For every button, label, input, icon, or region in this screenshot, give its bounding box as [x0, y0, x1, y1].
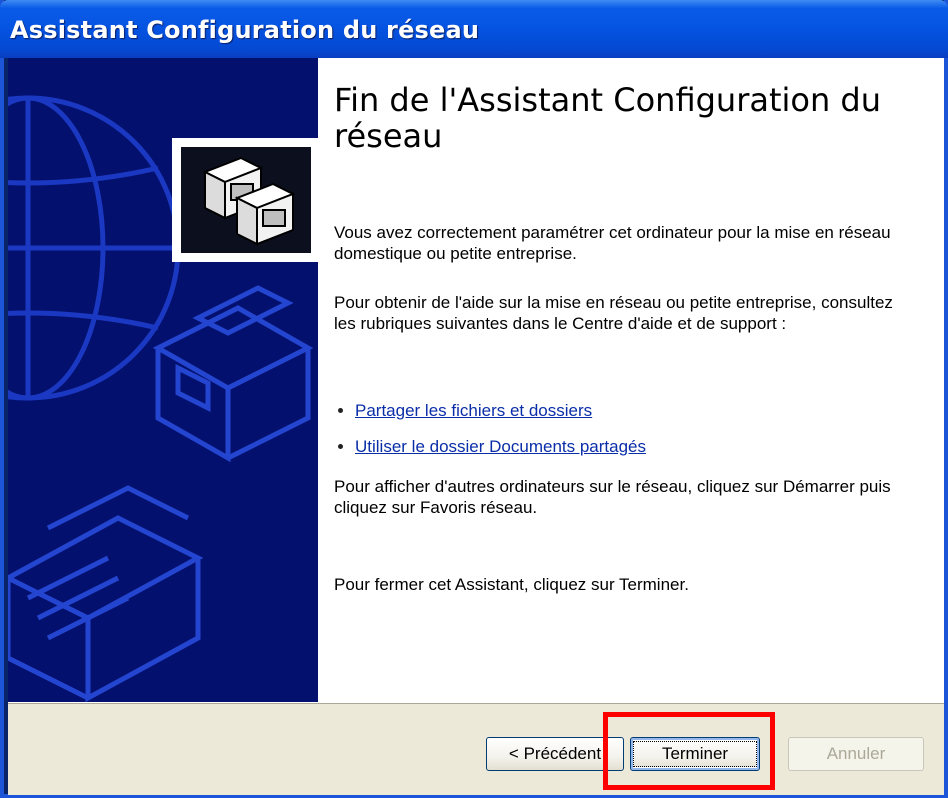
network-favorites-hint: Pour afficher d'autres ordinateurs sur l… [334, 477, 891, 517]
link-documents-partages[interactable]: Utiliser le dossier Documents partagés [355, 436, 646, 457]
list-item: Utiliser le dossier Documents partagés [334, 436, 646, 457]
button-bar: < Précédent Terminer Annuler [8, 702, 944, 795]
sidebar-illustration [8, 58, 318, 702]
close-hint: Pour fermer cet Assistant, cliquez sur T… [334, 575, 689, 594]
finish-button[interactable]: Terminer [630, 737, 760, 771]
cancel-button[interactable]: Annuler [788, 737, 924, 771]
back-button[interactable]: < Précédent [486, 737, 624, 771]
bullet-icon [338, 444, 343, 449]
title-bar[interactable]: Assistant Configuration du réseau [0, 0, 948, 58]
link-partager-fichiers[interactable]: Partager les fichiers et dossiers [355, 400, 592, 421]
window-title: Assistant Configuration du réseau [10, 16, 480, 44]
page-title: Fin de l'Assistant Configuration du rése… [334, 81, 882, 155]
finish-button-label: Terminer [632, 741, 758, 767]
wizard-window: Assistant Configuration du réseau Fin de… [0, 0, 948, 798]
help-intro: Pour obtenir de l'aide sur la mise en ré… [334, 293, 893, 333]
footer-divider [8, 703, 944, 704]
success-message: Vous avez correctement paramétrer cet or… [334, 223, 891, 263]
computers-glyph [202, 156, 296, 246]
bullet-icon [338, 408, 343, 413]
wizard-content: Fin de l'Assistant Configuration du rése… [318, 58, 944, 702]
network-computers-icon [172, 138, 318, 262]
list-item: Partager les fichiers et dossiers [334, 400, 592, 421]
